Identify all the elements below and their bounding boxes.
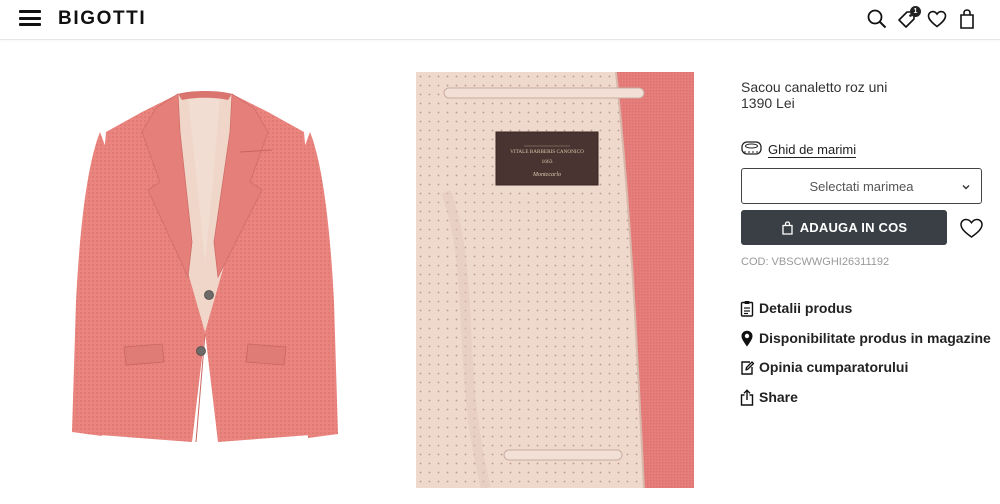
shopping-bag-icon[interactable] [956,8,978,30]
map-pin-icon [740,330,754,347]
clipboard-icon [740,300,754,317]
product-image-lining[interactable]: VITALE BARBERIS CANONICO 1663 Montecarlo [416,72,694,488]
product-details-link[interactable]: Detalii produs [740,298,852,318]
add-to-cart-label: ADAUGA IN COS [799,220,908,235]
edit-icon [740,359,754,376]
share-link[interactable]: Share [740,387,798,407]
size-guide-link[interactable]: Ghid de marimi [741,140,857,160]
size-select-value: Selectati marimea [809,178,914,194]
lining-label-line3: Montecarlo [532,172,561,178]
add-to-wishlist-button[interactable] [959,216,984,240]
shopping-bag-icon [781,220,794,235]
store-availability-label: Disponibilitate produs in magazine [759,330,991,346]
lining-label-line2: 1663 [542,159,553,165]
share-label: Share [759,389,798,405]
heart-icon [959,218,984,244]
product-image-front[interactable] [60,72,350,488]
size-select[interactable]: Selectati marimea [741,168,982,204]
store-availability-link[interactable]: Disponibilitate produs in magazine [740,328,991,348]
site-logo[interactable]: BIGOTTI [58,8,146,30]
tag-count-badge: 1 [910,6,921,17]
product-price: 1390 Lei [741,95,795,111]
add-to-cart-button[interactable]: ADAUGA IN COS [741,210,947,245]
customer-reviews-label: Opinia cumparatorului [759,359,909,375]
lining-label-line1: VITALE BARBERIS CANONICO [510,149,584,155]
customer-reviews-link[interactable]: Opinia cumparatorului [740,357,908,377]
share-icon [740,388,754,406]
size-guide-label: Ghid de marimi [768,142,857,158]
chevron-down-icon [961,180,971,190]
search-icon[interactable] [866,8,888,30]
heart-icon[interactable] [926,8,948,30]
tag-icon[interactable]: 1 [896,6,921,30]
product-title: Sacou canaletto roz uni [741,79,888,95]
site-header: BIGOTTI 1 [0,0,1000,40]
tape-measure-icon [741,140,762,160]
product-code: COD: VBSCWWGHI26311192 [741,256,890,268]
hamburger-menu-icon[interactable] [19,10,41,26]
product-details-label: Detalii produs [759,300,853,316]
